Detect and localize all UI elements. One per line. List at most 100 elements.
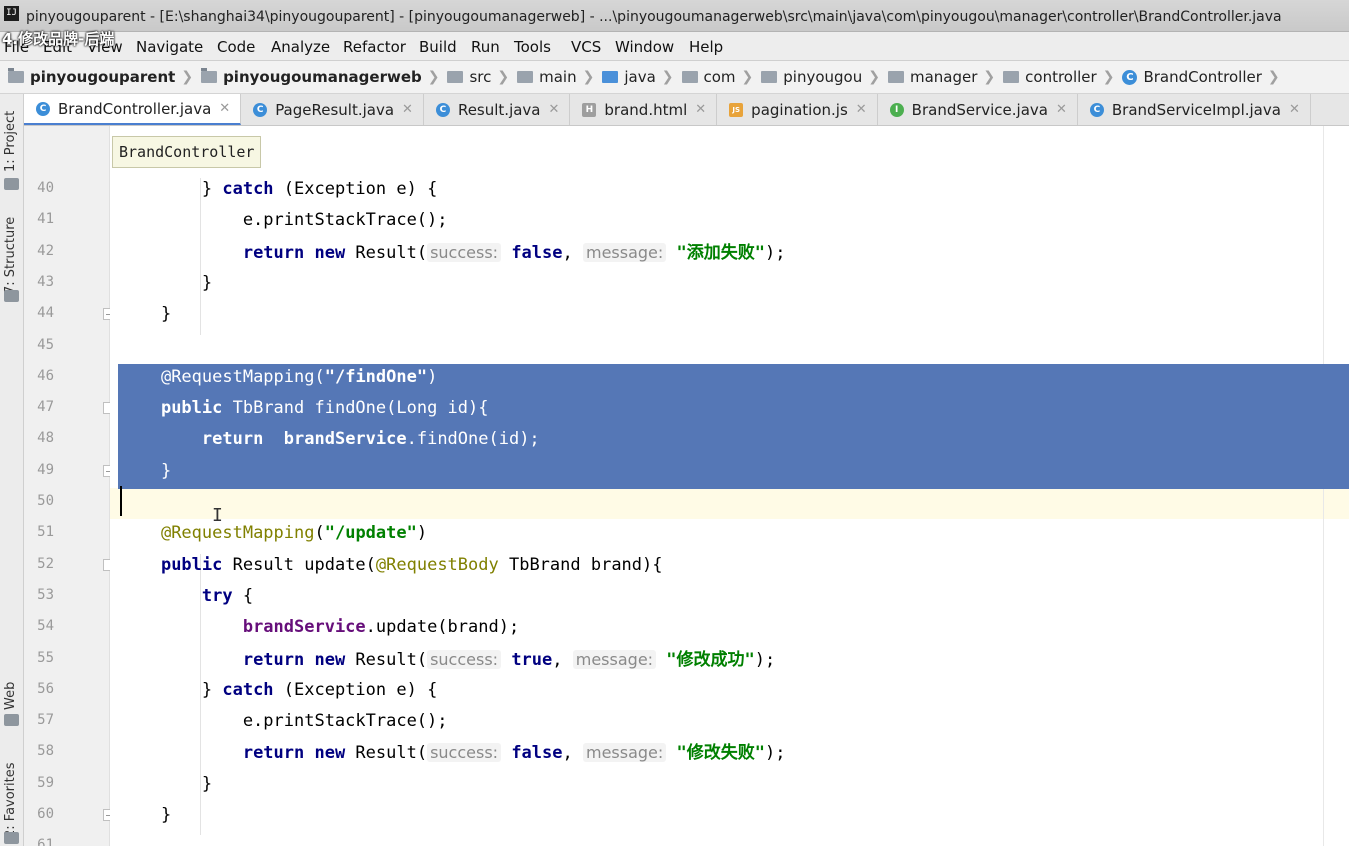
ibeam-cursor-icon: I [212, 505, 223, 526]
annotation-token: @RequestMapping [160, 366, 315, 387]
breadcrumb-item-pinyougoumanagerweb[interactable]: pinyougoumanagerweb ❯ [201, 68, 443, 86]
string-literal: "修改成功" [666, 649, 755, 670]
menu-run[interactable]: Run [471, 38, 500, 56]
folder-icon [447, 71, 464, 83]
breadcrumb-item-com[interactable]: com ❯ [681, 68, 758, 86]
code-token: } [120, 179, 223, 199]
code-line[interactable]: public TbBrand findOne(Long id){ [120, 393, 489, 424]
tab-brandserviceimpl-java[interactable]: C BrandServiceImpl.java ✕ [1078, 94, 1311, 125]
code-line[interactable]: } [120, 268, 212, 299]
line-number: 43 [37, 273, 54, 290]
parameter-hint: message: [572, 649, 657, 669]
close-tab-icon[interactable]: ✕ [1056, 102, 1067, 117]
code-token: ( [314, 366, 325, 387]
code-line[interactable]: public Result update(@RequestBody TbBran… [120, 550, 663, 581]
code-line[interactable]: e.printStackTrace(); [120, 205, 448, 236]
code-token: } [120, 304, 172, 325]
tab-result-java[interactable]: C Result.java ✕ [424, 94, 571, 125]
code-line[interactable]: } [120, 456, 171, 487]
annotation-token: @RequestMapping [160, 523, 315, 544]
chevron-right-icon: ❯ [497, 69, 510, 85]
menu-code[interactable]: Code [217, 38, 255, 56]
line-number: 56 [37, 680, 54, 697]
string-literal: "/update" [324, 523, 417, 544]
close-tab-icon[interactable]: ✕ [695, 102, 706, 117]
package-icon [681, 71, 698, 83]
class-name-tooltip: BrandController [112, 136, 262, 168]
line-number-gutter[interactable]: 40 41 42 43 44 45 46 47 48 49 50 51 52 53 54 55 56 57 58 59… [24, 126, 115, 846]
tab-brand-html[interactable]: Hbrand.html ✕ [570, 94, 718, 125]
breadcrumb-item-controller[interactable]: controller ❯ [1003, 68, 1118, 86]
code-token: ); [765, 242, 786, 263]
breadcrumb-item-src[interactable]: src ❯ [447, 68, 513, 86]
keyword-token: false [511, 743, 563, 764]
code-line[interactable]: e.printStackTrace(); [120, 706, 448, 737]
title-bar: IJ pinyougouparent - [E:\shanghai34\piny… [0, 0, 1349, 32]
menu-navigate[interactable]: Navigate [136, 38, 203, 56]
chevron-right-icon: ❯ [582, 69, 595, 85]
string-literal: "修改失败" [676, 743, 766, 764]
line-number: 45 [37, 336, 54, 353]
tool-window-2-favorites[interactable]: 2: Favorites [3, 762, 18, 838]
code-line[interactable]: return new Result(success: false, messag… [120, 237, 786, 268]
parameter-hint: message: [582, 242, 667, 262]
tool-window-web[interactable]: Web [3, 682, 18, 710]
code-token: (Exception e) { [273, 679, 438, 700]
code-editor[interactable]: } catch (Exception e) { e.printStackTrac… [110, 126, 1349, 846]
code-line[interactable]: try { [120, 581, 253, 612]
keyword-token: catch [222, 179, 274, 199]
keyword-token: return new [242, 242, 356, 263]
line-number: 50 [37, 493, 54, 509]
tool-window-1-project[interactable]: 1: Project [3, 111, 18, 172]
breadcrumb-item-java[interactable]: java ❯ [602, 68, 677, 86]
code-line[interactable]: } [120, 800, 171, 831]
menu-refactor[interactable]: Refactor [343, 38, 406, 56]
close-tab-icon[interactable]: ✕ [402, 102, 413, 117]
menu-window[interactable]: Window [615, 38, 674, 56]
tab-pagination-js[interactable]: JS pagination.js ✕ [717, 94, 878, 125]
close-tab-icon[interactable]: ✕ [549, 102, 560, 117]
tab-brandservice-java[interactable]: I BrandService.java ✕ [878, 94, 1078, 125]
menu-help[interactable]: Help [689, 38, 723, 56]
menu-tools[interactable]: Tools [514, 38, 551, 56]
code-token: ); [754, 649, 776, 670]
breadcrumb-item-pinyougou[interactable]: pinyougou ❯ [761, 68, 884, 86]
tab-brandcontroller-java[interactable]: C BrandController.java ✕ [24, 94, 242, 125]
line-number: 53 [37, 586, 54, 603]
menu-analyze[interactable]: Analyze [271, 38, 330, 56]
breadcrumb-item-main[interactable]: main ❯ [517, 68, 598, 86]
code-line[interactable]: } [120, 769, 212, 800]
tool-window-icon [4, 714, 19, 726]
close-tab-icon[interactable]: ✕ [856, 102, 867, 117]
class-icon: C [1089, 102, 1104, 117]
breadcrumb-item-pinyougouparent[interactable]: pinyougouparent ❯ [8, 68, 197, 86]
code-line[interactable]: } catch (Exception e) { [120, 174, 437, 205]
html-file-icon: H [582, 102, 597, 117]
source-folder-icon [602, 71, 619, 83]
code-line[interactable]: @RequestMapping("/findOne") [120, 362, 437, 393]
code-line[interactable]: brandService.update(brand); [120, 612, 519, 643]
code-line[interactable]: return brandService.findOne(id); [120, 424, 540, 455]
tab-pageresult-java[interactable]: C PageResult.java ✕ [241, 94, 424, 125]
breadcrumb-item-brandcontroller[interactable]: C BrandController ❯ [1122, 68, 1283, 86]
breadcrumb-item-manager[interactable]: manager ❯ [887, 68, 999, 86]
video-overlay-caption: 4.修改品牌-后端 [2, 30, 115, 48]
menu-build[interactable]: Build [419, 38, 457, 56]
code-line[interactable]: } catch (Exception e) { [120, 675, 437, 706]
chevron-right-icon: ❯ [741, 69, 754, 85]
close-tab-icon[interactable]: ✕ [1289, 102, 1300, 117]
code-line[interactable]: return new Result(success: false, messag… [120, 737, 786, 768]
field-token: brandService [283, 429, 407, 450]
code-line[interactable]: @RequestMapping("/update") [120, 518, 427, 549]
package-icon [761, 71, 778, 83]
code-token: , [562, 242, 583, 263]
breadcrumb-label: main [539, 68, 577, 86]
close-tab-icon[interactable]: ✕ [219, 101, 230, 116]
tool-window-7-structure[interactable]: 7: Structure [3, 217, 18, 294]
line-number: 58 [37, 743, 54, 760]
code-line[interactable]: } [120, 299, 171, 330]
menu-vcs[interactable]: VCS [571, 38, 601, 56]
code-line[interactable]: return new Result(success: true, message… [120, 644, 775, 675]
keyword-token: return new [242, 743, 356, 764]
